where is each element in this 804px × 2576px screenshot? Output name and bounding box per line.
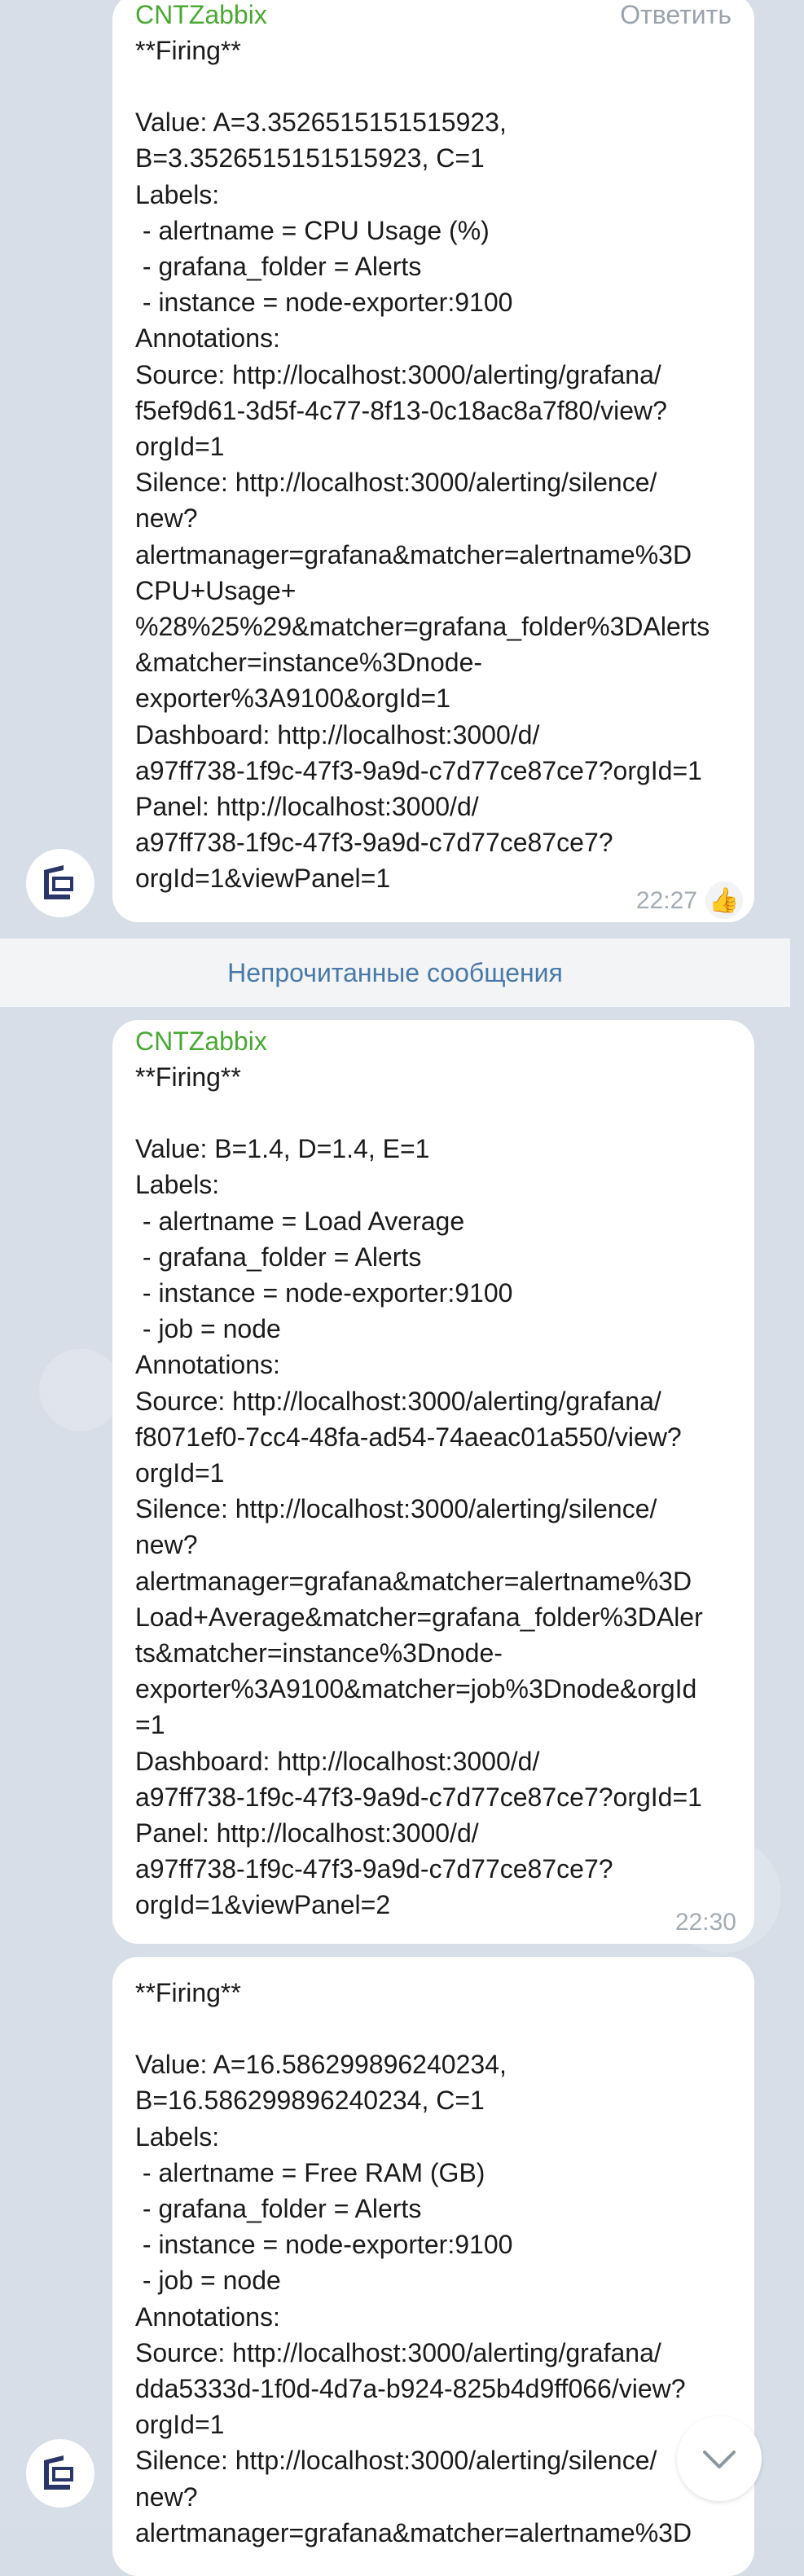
message-line: dda5333d-1f0d-4d7a-b924-825b4d9ff066/vie… [135,2374,686,2404]
message-line: f5ef9d61-3d5f-4c77-8f13-0c18ac8a7f80/vie… [135,395,667,425]
message-text: **Firing** Value: B=1.4, D=1.4, E=1 Labels… [135,1059,727,1923]
message-line: Source: http://localhost:3000/alerting/g… [135,2337,661,2367]
message-time: 22:27 [635,887,697,914]
message-line: B=3.3526515151515923, C=1 [135,143,485,174]
message-line: f8071ef0-7cc4-48fa-ad54-74aeac01a550/vie… [135,1422,682,1452]
message-line: B=16.586299896240234, C=1 [135,2086,485,2116]
cntzabbix-logo-icon[interactable] [26,849,94,917]
message-line: a97ff738-1f9c-47f3-9a9d-c7d77ce87ce7?org… [135,755,702,785]
message-line: ts&matcher=instance%3Dnode- [135,1638,503,1668]
message-line: Silence: http://localhost:3000/alerting/… [135,1494,657,1524]
message-line: - instance = node-exporter:9100 [135,288,513,318]
message-line: - alertname = Load Average [135,1206,465,1236]
thumbs-up-icon[interactable]: 👍 [705,881,743,919]
sender-name[interactable]: CNTZabbix [135,1023,727,1059]
message-line: - instance = node-exporter:9100 [135,1278,513,1308]
message-line: Dashboard: http://localhost:3000/d/ [135,1746,540,1776]
message-line: CPU+Usage+ [135,575,297,605]
message-line: - alertname = Free RAM (GB) [135,2157,485,2187]
message-line: Source: http://localhost:3000/alerting/g… [135,1386,661,1416]
message-line: Load+Average&matcher=grafana_folder%3DAl… [135,1602,703,1632]
unread-messages-label: Непрочитанные сообщения [227,957,563,987]
message-line: Labels: [135,1170,220,1200]
message-line: Dashboard: http://localhost:3000/d/ [135,719,540,750]
message-line: Value: A=3.3526515151515923, [135,108,507,138]
message-line: - job = node [135,1314,281,1344]
message-line: Panel: http://localhost:3000/d/ [135,792,479,822]
message-line: Annotations: [135,2301,280,2332]
chevron-down-icon [703,2451,736,2468]
message-line: exporter%3A9100&matcher=job%3Dnode&orgId [135,1674,697,1704]
message-line [135,68,727,104]
message-line: exporter%3A9100&orgId=1 [135,684,450,714]
cntzabbix-logo-icon[interactable] [26,2439,94,2508]
message-line: Labels: [135,179,220,209]
message-line: =1 [135,1710,165,1740]
message-line: new? [135,503,198,534]
message-line: Annotations: [135,1350,280,1380]
message-line: - job = node [135,2266,281,2296]
message-line: - grafana_folder = Alerts [135,252,422,282]
message-line: - grafana_folder = Alerts [135,2194,422,2224]
message-line [135,1095,727,1131]
message-line: a97ff738-1f9c-47f3-9a9d-c7d77ce87ce7? [135,828,613,858]
message-line: - alertname = CPU Usage (%) [135,215,490,245]
message-line: Value: B=1.4, D=1.4, E=1 [135,1134,430,1164]
message-line: **Firing** [135,36,241,65]
message-time: 22:30 [674,1909,736,1936]
message-line: Silence: http://localhost:3000/alerting/… [135,468,657,498]
message-line: orgId=1 [135,2410,225,2440]
message-line: a97ff738-1f9c-47f3-9a9d-c7d77ce87ce7? [135,1854,613,1884]
message-line: Annotations: [135,323,280,354]
scroll-down-button[interactable] [677,2416,762,2501]
message-line: **Firing** [135,1062,241,1092]
message-line: alertmanager=grafana&matcher=alertname%3… [135,1566,692,1596]
message-line: orgId=1&viewPanel=2 [135,1890,391,1920]
message-line: Value: A=16.586299896240234, [135,2050,507,2080]
message-line: Panel: http://localhost:3000/d/ [135,1818,479,1848]
message-line: new? [135,2481,198,2512]
message-line: a97ff738-1f9c-47f3-9a9d-c7d77ce87ce7?org… [135,1782,702,1812]
message-bubble-free-ram[interactable]: **Firing** Value: A=16.586299896240234, B=… [112,1957,754,2576]
reply-button[interactable]: Ответить [620,0,732,33]
message-line: alertmanager=grafana&matcher=alertname%3… [135,539,692,569]
message-bubble-load-average[interactable]: CNTZabbix **Firing** Value: B=1.4, D=1.4,… [112,1020,754,1944]
message-line: alertmanager=grafana&matcher=alertname%3… [135,2517,692,2547]
message-line: Silence: http://localhost:3000/alerting/… [135,2446,657,2476]
message-line: Labels: [135,2121,220,2152]
message-line: orgId=1 [135,1458,225,1488]
message-text: **Firing** Value: A=3.3526515151515923, B=… [135,33,727,897]
unread-messages-divider: Непрочитанные сообщения [0,939,790,1007]
message-bubble-cpu-usage[interactable]: CNTZabbix Ответить **Firing** Value: A=3.… [112,0,754,922]
message-line: - instance = node-exporter:9100 [135,2230,513,2260]
message-line: Source: http://localhost:3000/alerting/g… [135,359,661,389]
message-line: **Firing** [135,1978,241,2007]
message-text: **Firing** Value: A=16.586299896240234, B=… [135,1975,727,2551]
message-line: %28%25%29&matcher=grafana_folder%3DAlert… [135,612,710,642]
message-line: &matcher=instance%3Dnode- [135,648,483,678]
message-line: - grafana_folder = Alerts [135,1242,422,1272]
message-line: new? [135,1530,198,1560]
message-line: orgId=1 [135,432,225,462]
message-line [135,2011,727,2046]
